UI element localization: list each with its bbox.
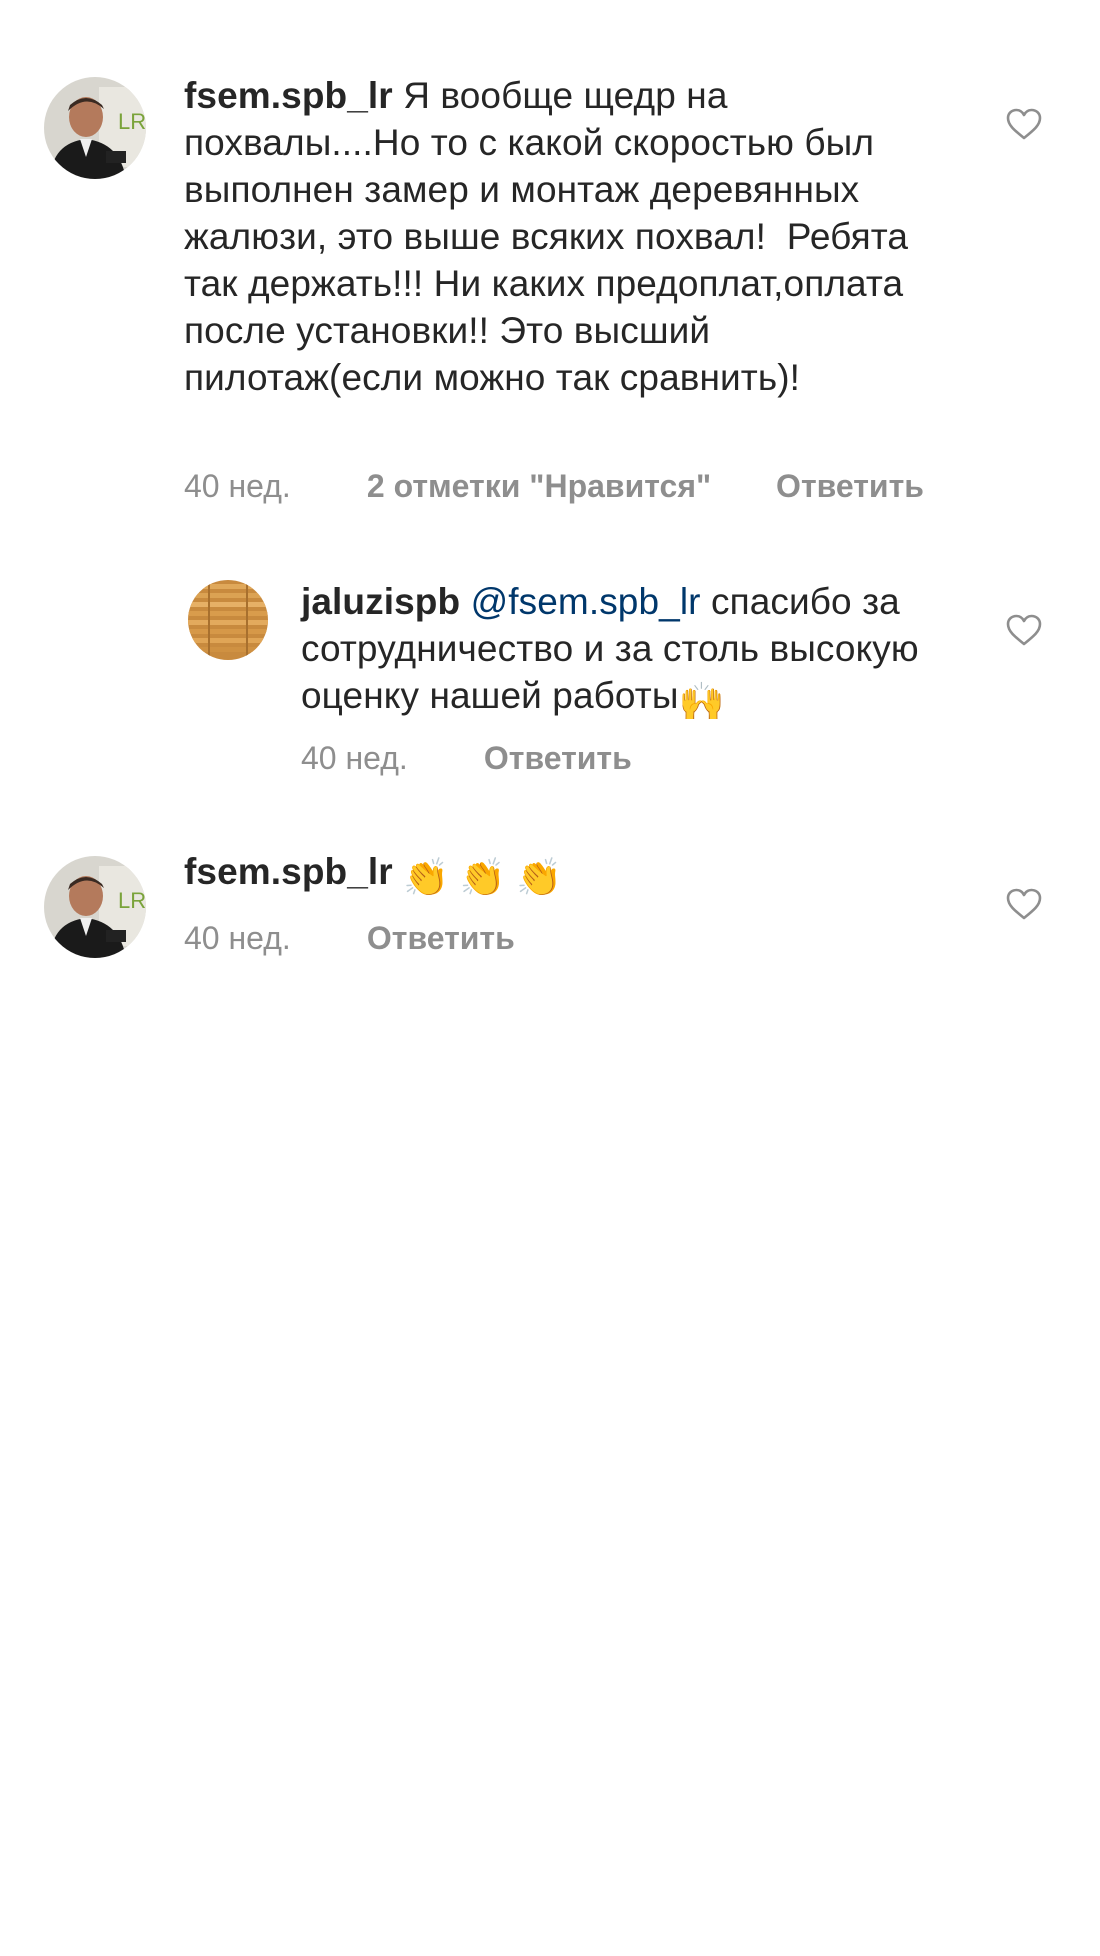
comment-username[interactable]: fsem.spb_lr [184, 75, 393, 116]
avatar[interactable]: LR [44, 856, 146, 958]
comment-body: fsem.spb_lr Я вообще щедр на похвалы....… [184, 72, 944, 401]
comment-time: 40 нед. [184, 920, 291, 956]
reply-body: jaluzispb @fsem.spb_lr спасибо за сотруд… [301, 578, 951, 725]
heart-outline-icon [1006, 614, 1042, 646]
comment-time: 40 нед. [184, 468, 291, 504]
reply-button[interactable]: Ответить [776, 466, 924, 506]
comment-text: Я вообще щедр на похвалы....Но то с како… [184, 75, 919, 398]
avatar[interactable] [188, 580, 268, 660]
comment-username[interactable]: jaluzispb [301, 581, 460, 622]
svg-text:LR: LR [118, 888, 146, 913]
likes-count-link[interactable]: 2 отметки "Нравится" [367, 466, 711, 506]
reply-item: jaluzispb @fsem.spb_lr спасибо за сотруд… [0, 560, 1100, 820]
comment-item: LR fsem.spb_lr 👏 👏 👏 40 нед. Ответить [0, 840, 1100, 990]
avatar[interactable]: LR [44, 77, 146, 179]
comment-username[interactable]: fsem.spb_lr [184, 851, 393, 892]
comment-body: fsem.spb_lr 👏 👏 👏 [184, 848, 944, 901]
mention-link[interactable]: @fsem.spb_lr [471, 581, 701, 622]
comment-meta: 40 нед. Ответить [184, 918, 515, 958]
comment-meta: 40 нед. 2 отметки "Нравится" Ответить [184, 466, 924, 506]
heart-outline-icon [1006, 108, 1042, 140]
raised-hands-emoji: 🙌 [678, 681, 725, 722]
comments-thread: LR fsem.spb_lr Я вообще щедр на похвалы.… [0, 0, 1100, 1956]
comment-meta: 40 нед. Ответить [301, 738, 632, 778]
comment-time: 40 нед. [301, 740, 408, 776]
clapping-hands-emoji: 👏 👏 👏 [403, 857, 563, 898]
user-photo-icon: LR [44, 856, 146, 958]
comment-item: LR fsem.spb_lr Я вообще щедр на похвалы.… [0, 0, 1100, 520]
svg-text:LR: LR [118, 109, 146, 134]
like-button[interactable] [1006, 108, 1042, 140]
like-button[interactable] [1006, 614, 1042, 646]
reply-button[interactable]: Ответить [484, 738, 632, 778]
user-photo-icon: LR [44, 77, 146, 179]
like-button[interactable] [1006, 888, 1042, 920]
wooden-blinds-icon [188, 580, 268, 660]
reply-button[interactable]: Ответить [367, 918, 515, 958]
heart-outline-icon [1006, 888, 1042, 920]
